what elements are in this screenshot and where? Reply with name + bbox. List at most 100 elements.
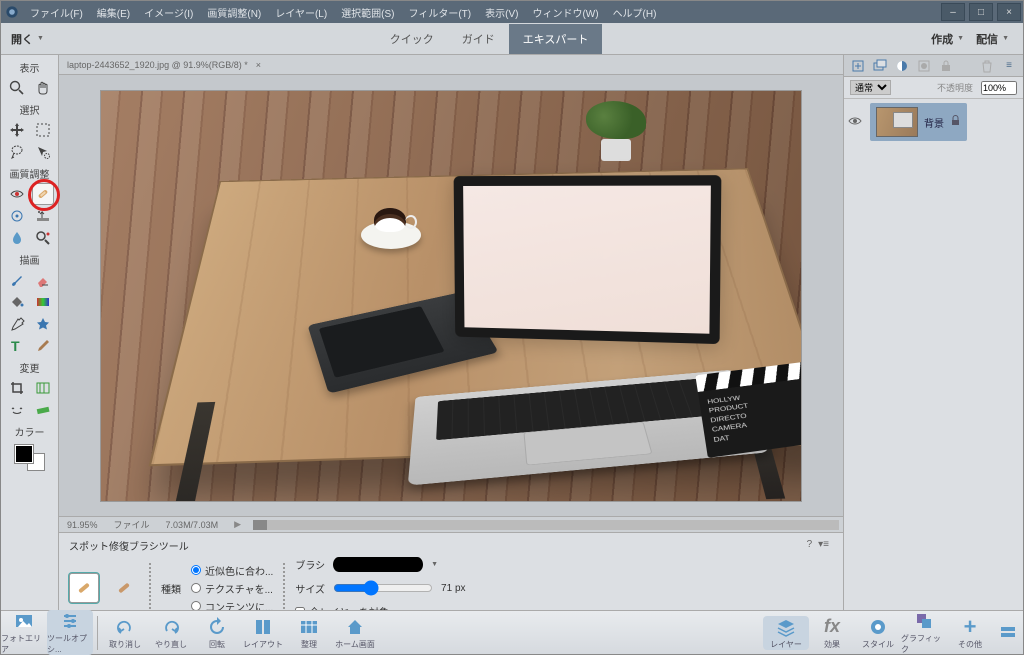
app-logo-icon: [1, 1, 23, 23]
opacity-label: 不透明度: [937, 81, 973, 94]
create-button[interactable]: 作成▼: [931, 31, 964, 47]
menu-filter[interactable]: フィルター(T): [402, 5, 479, 20]
tab-guide[interactable]: ガイド: [448, 24, 509, 54]
type-label: 種類: [161, 581, 181, 596]
radio-texture[interactable]: テクスチャを...: [191, 581, 273, 596]
menu-edit[interactable]: 編集(E): [90, 5, 137, 20]
titlebar: ファイル(F) 編集(E) イメージ(I) 画質調整(N) レイヤー(L) 選択…: [1, 1, 1023, 23]
brush-dropdown-icon[interactable]: ▼: [431, 561, 438, 568]
undo-button[interactable]: 取り消し: [102, 616, 148, 650]
eraser-tool-icon[interactable]: [32, 269, 54, 291]
spot-heal-tool-icon[interactable]: [32, 183, 54, 205]
layout-button[interactable]: レイアウト: [240, 616, 286, 650]
close-tab-icon[interactable]: ×: [256, 60, 261, 70]
svg-text:T: T: [11, 338, 20, 354]
share-button[interactable]: 配信▼: [976, 31, 1009, 47]
quickselect-tool-icon[interactable]: [32, 141, 54, 163]
document-tab[interactable]: laptop-2443652_1920.jpg @ 91.9%(RGB/8) *…: [59, 55, 843, 75]
canvas-area[interactable]: HOLLYWPRODUCTDIRECTOCAMERADAT: [59, 75, 843, 516]
clone-tool-icon[interactable]: [32, 205, 54, 227]
contentmove-tool-icon[interactable]: [6, 399, 28, 421]
recompose-tool-icon[interactable]: [32, 377, 54, 399]
all-layers-checkbox[interactable]: 全レイヤーを対象: [295, 604, 465, 610]
menu-file[interactable]: ファイル(F): [23, 5, 90, 20]
lasso-tool-icon[interactable]: [6, 141, 28, 163]
tab-expert[interactable]: エキスパート: [509, 24, 603, 54]
status-file-size: 7.03M/7.03M: [158, 520, 227, 530]
menu-layer[interactable]: レイヤー(L): [268, 5, 334, 20]
redeye-tool-icon[interactable]: [6, 183, 28, 205]
spot-heal-mode-icon[interactable]: [69, 573, 99, 603]
layer-thumbnail: [876, 107, 918, 137]
opacity-input[interactable]: [981, 81, 1017, 95]
organizer-button[interactable]: 整理: [286, 616, 332, 650]
effects-button[interactable]: fx効果: [809, 616, 855, 650]
layer-row[interactable]: 背景: [870, 103, 967, 141]
bucket-tool-icon[interactable]: [6, 291, 28, 313]
graphics-button[interactable]: グラフィック: [901, 610, 947, 655]
zoom-tool-icon[interactable]: [6, 77, 28, 99]
menu-select[interactable]: 選択範囲(S): [334, 5, 401, 20]
panel-menu2-icon[interactable]: ≡: [1001, 58, 1017, 74]
toolbox-label-color: カラー: [15, 424, 45, 439]
tooloptions-button[interactable]: ツールオプシ...: [47, 610, 93, 655]
redo-button[interactable]: やり直し: [148, 616, 194, 650]
hand-tool-icon[interactable]: [32, 77, 54, 99]
adjustment-layer-icon[interactable]: [894, 58, 910, 74]
layer-mask-icon[interactable]: [916, 58, 932, 74]
fgcolor-swatch[interactable]: [15, 445, 33, 463]
toolbox: 表示 選択 画質調整 描画: [1, 55, 59, 610]
sponge-tool-icon[interactable]: [32, 227, 54, 249]
size-value: 71 px: [441, 583, 465, 594]
styles-button[interactable]: スタイル: [855, 616, 901, 650]
eyedropper-tool-icon[interactable]: [6, 313, 28, 335]
pencil-tool-icon[interactable]: [32, 335, 54, 357]
more-button[interactable]: +その他: [947, 616, 993, 650]
crop-tool-icon[interactable]: [6, 377, 28, 399]
minimize-button[interactable]: –: [941, 3, 965, 21]
layer-group-icon[interactable]: [872, 58, 888, 74]
shape-tool-icon[interactable]: [32, 313, 54, 335]
move-tool-icon[interactable]: [6, 119, 28, 141]
radio-content[interactable]: コンテンツに...: [191, 599, 273, 611]
rotate-button[interactable]: 回転: [194, 616, 240, 650]
toolbox-label-select: 選択: [20, 102, 40, 117]
home-button[interactable]: ホーム画面: [332, 616, 378, 650]
smartbrush-tool-icon[interactable]: [6, 205, 28, 227]
panel-menu-icon[interactable]: ▾≡: [818, 539, 829, 550]
menu-view[interactable]: 表示(V): [478, 5, 525, 20]
radio-proximity[interactable]: 近似色に合わ...: [191, 563, 273, 578]
collapse-panel-icon[interactable]: [993, 622, 1023, 644]
maximize-button[interactable]: □: [969, 3, 993, 21]
text-tool-icon[interactable]: T: [6, 335, 28, 357]
color-swatches[interactable]: [15, 445, 45, 471]
marquee-tool-icon[interactable]: [32, 119, 54, 141]
gradient-tool-icon[interactable]: [32, 291, 54, 313]
delete-layer-icon[interactable]: [979, 58, 995, 74]
menu-help[interactable]: ヘルプ(H): [606, 5, 664, 20]
layer-lock-icon: [950, 115, 961, 129]
brush-preview[interactable]: [333, 557, 423, 572]
open-button[interactable]: 開く▼: [1, 31, 61, 47]
tab-quick[interactable]: クイック: [376, 24, 448, 54]
size-slider[interactable]: [333, 580, 433, 596]
help-icon[interactable]: ?: [807, 539, 813, 550]
blend-mode-select[interactable]: 通常: [850, 80, 891, 95]
new-layer-icon[interactable]: [850, 58, 866, 74]
photobin-button[interactable]: フォトエリア: [1, 610, 47, 655]
status-bar: 91.95% ファイル 7.03M/7.03M ▶: [59, 516, 843, 532]
straighten-tool-icon[interactable]: [32, 399, 54, 421]
zoom-level[interactable]: 91.95%: [59, 520, 106, 530]
lock-layer-icon[interactable]: [938, 58, 954, 74]
menu-window[interactable]: ウィンドウ(W): [525, 5, 605, 20]
layers-button[interactable]: レイヤー: [763, 616, 809, 650]
menu-image[interactable]: イメージ(I): [137, 5, 200, 20]
heal-mode-icon[interactable]: [109, 573, 139, 603]
menu-enhance[interactable]: 画質調整(N): [200, 5, 268, 20]
visibility-icon[interactable]: [848, 114, 862, 131]
close-button[interactable]: ×: [997, 3, 1021, 21]
blur-tool-icon[interactable]: [6, 227, 28, 249]
brush-tool-icon[interactable]: [6, 269, 28, 291]
toolbox-label-modify: 変更: [20, 360, 40, 375]
hscrollbar[interactable]: [253, 520, 839, 530]
